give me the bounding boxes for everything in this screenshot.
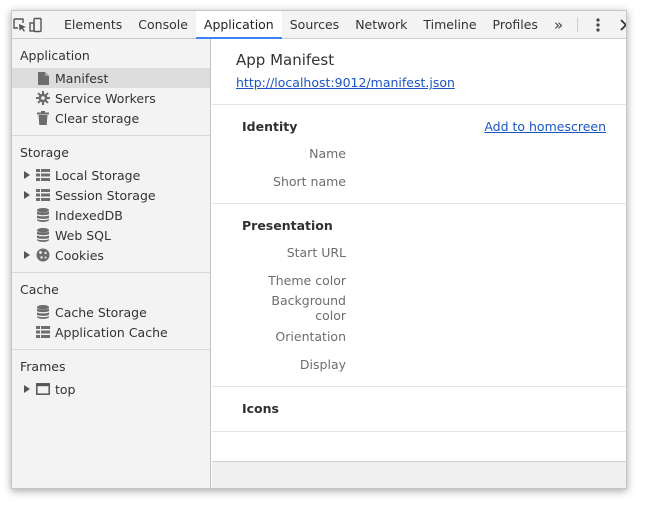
field-row: Display [242, 350, 606, 378]
sidebar-item-label: Manifest [55, 70, 109, 86]
sidebar-item-service-workers[interactable]: Service Workers [12, 88, 210, 108]
sidebar-item-indexeddb[interactable]: IndexedDB [12, 205, 210, 225]
trash-icon [36, 111, 50, 125]
field-label-name: Name [309, 145, 346, 161]
field-label-start-url: Start URL [286, 244, 346, 260]
bottom-drawer-bar [212, 461, 626, 488]
sidebar-item-label: Cache Storage [55, 304, 147, 320]
sidebar-item-web-sql[interactable]: Web SQL [12, 225, 210, 245]
expand-arrow-icon[interactable] [24, 385, 30, 393]
tab-sources[interactable]: Sources [282, 11, 347, 38]
identity-section: Identity Add to homescreen Name Short na… [212, 105, 626, 204]
inspect-element-icon[interactable] [12, 11, 28, 38]
page-title: App Manifest [236, 51, 335, 69]
devtools-toolbar: Elements Console Application Sources Net… [12, 11, 626, 39]
more-options-icon[interactable] [584, 11, 612, 38]
database-icon [36, 305, 50, 319]
sidebar-item-label: Local Storage [55, 167, 141, 183]
grid-icon [36, 325, 50, 339]
sidebar-item-local-storage[interactable]: Local Storage [12, 165, 210, 185]
grid-icon [36, 168, 50, 182]
grid-icon [36, 188, 50, 202]
icons-section: Icons [212, 387, 626, 432]
manifest-header: App Manifest http://localhost:9012/manif… [212, 39, 626, 105]
sidebar-item-label: IndexedDB [55, 207, 123, 223]
tab-console[interactable]: Console [130, 11, 196, 38]
sidebar-item-top-frame[interactable]: top [12, 379, 210, 399]
field-row: Orientation [242, 322, 606, 350]
frame-icon [36, 382, 50, 396]
sidebar-item-application-cache[interactable]: Application Cache [12, 322, 210, 342]
sidebar-item-label: Session Storage [55, 187, 156, 203]
add-to-homescreen-link[interactable]: Add to homescreen [484, 119, 606, 134]
sidebar-item-label: Web SQL [55, 227, 111, 243]
sidebar-section-cache: Cache Cache Storage Application Cache [12, 273, 210, 350]
section-title: Storage [20, 145, 69, 160]
cookie-icon [36, 248, 50, 262]
sidebar-item-clear-storage[interactable]: Clear storage [12, 108, 210, 128]
document-icon [36, 71, 50, 85]
presentation-section: Presentation Start URL Theme color Backg… [212, 204, 626, 387]
sidebar-section-storage: Storage Local Storage Session Storage In… [12, 136, 210, 273]
database-icon [36, 208, 50, 222]
section-title: Frames [20, 359, 66, 374]
tab-network[interactable]: Network [347, 11, 415, 38]
sidebar-item-session-storage[interactable]: Session Storage [12, 185, 210, 205]
gear-icon [36, 91, 50, 105]
close-icon[interactable] [612, 11, 626, 38]
toolbar-divider [577, 17, 579, 32]
field-label-background-color: Background color [271, 293, 346, 323]
device-toolbar-icon[interactable] [28, 11, 44, 38]
sidebar-item-label: Cookies [55, 247, 104, 263]
tab-timeline[interactable]: Timeline [415, 11, 484, 38]
field-label-theme-color: Theme color [268, 272, 346, 288]
tab-elements[interactable]: Elements [56, 11, 130, 38]
database-icon [36, 228, 50, 242]
tab-application[interactable]: Application [195, 11, 282, 39]
manifest-url-link[interactable]: http://localhost:9012/manifest.json [236, 75, 455, 90]
more-tabs-button[interactable]: » [546, 11, 571, 38]
section-heading: Presentation [242, 218, 333, 233]
section-title: Application [20, 48, 90, 63]
sidebar-item-label: Application Cache [55, 324, 168, 340]
sidebar-item-manifest[interactable]: Manifest [12, 68, 210, 88]
sidebar-section-application: Application Manifest Service Workers Cle… [12, 39, 210, 136]
field-label-short-name: Short name [273, 173, 346, 189]
panel-tabs: Elements Console Application Sources Net… [56, 11, 571, 39]
field-row: Short name [242, 167, 606, 195]
devtools-window: Elements Console Application Sources Net… [11, 10, 627, 489]
field-label-orientation: Orientation [275, 328, 346, 344]
sidebar-item-label: Service Workers [55, 90, 156, 106]
section-heading: Icons [242, 401, 279, 416]
section-title: Cache [20, 282, 59, 297]
tab-profiles[interactable]: Profiles [485, 11, 546, 38]
expand-arrow-icon[interactable] [24, 191, 30, 199]
field-row: Start URL [242, 238, 606, 266]
manifest-panel: App Manifest http://localhost:9012/manif… [212, 39, 626, 488]
application-sidebar: Application Manifest Service Workers Cle… [12, 39, 211, 488]
expand-arrow-icon[interactable] [24, 171, 30, 179]
sidebar-section-frames: Frames top [12, 350, 210, 406]
sidebar-item-label: top [55, 381, 76, 397]
sidebar-item-cookies[interactable]: Cookies [12, 245, 210, 265]
field-row: Theme color [242, 266, 606, 294]
expand-arrow-icon[interactable] [24, 251, 30, 259]
sidebar-item-label: Clear storage [55, 110, 140, 126]
field-row: Name [242, 139, 606, 167]
field-row: Background color [242, 293, 606, 323]
field-label-display: Display [299, 356, 346, 372]
sidebar-item-cache-storage[interactable]: Cache Storage [12, 302, 210, 322]
